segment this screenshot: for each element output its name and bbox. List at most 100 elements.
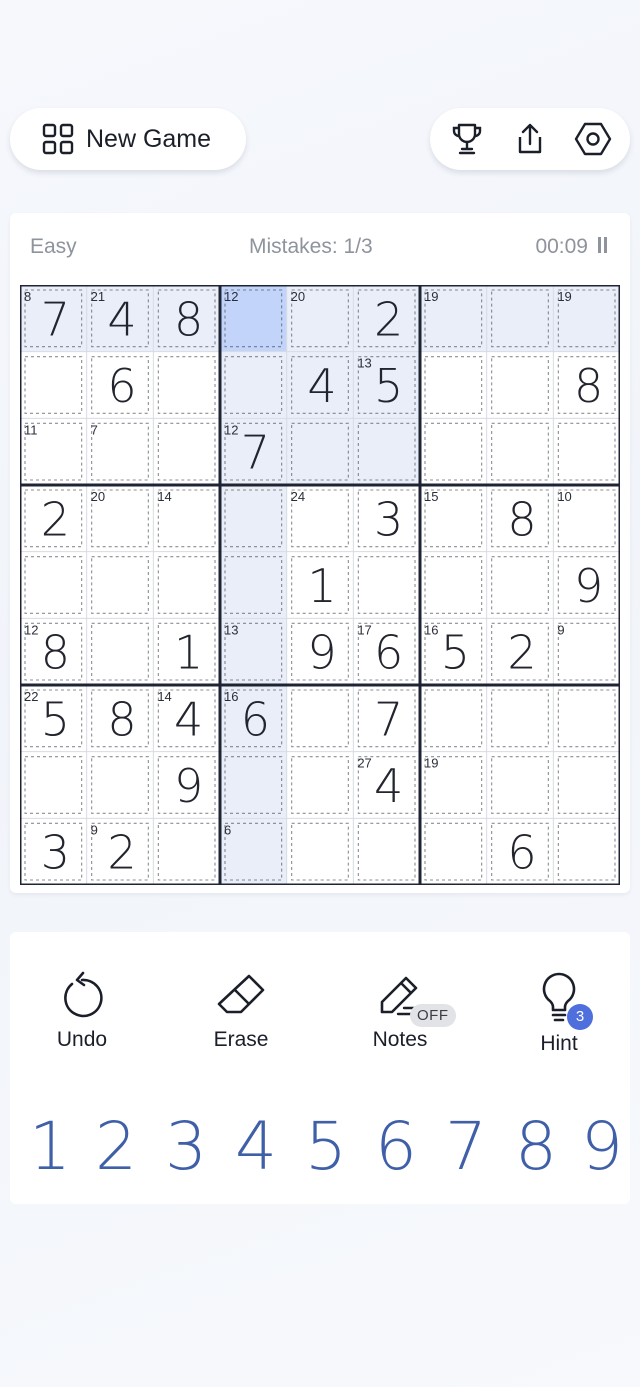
erase-button[interactable]: Erase <box>181 970 301 1052</box>
board-cell[interactable] <box>486 351 554 419</box>
new-game-button[interactable]: New Game <box>10 108 246 170</box>
board-cell[interactable] <box>553 418 620 485</box>
cage-sum: 12 <box>24 622 38 637</box>
board-cell[interactable] <box>353 418 420 485</box>
settings-button[interactable] <box>573 119 613 159</box>
board-cell[interactable] <box>220 751 287 819</box>
numpad-key-1[interactable]: 1 <box>20 1107 80 1187</box>
board-cell[interactable] <box>153 551 220 619</box>
numpad-key-6[interactable]: 6 <box>366 1107 426 1187</box>
mistakes-counter: Mistakes: 1/3 <box>249 235 373 258</box>
cage-sum: 12 <box>224 289 238 304</box>
sudoku-board[interactable]: 8 21 12 20 19 191311 7 1220 14 24 15 1012 13 17 16 922 1… <box>20 285 620 885</box>
trophy-icon <box>453 123 482 155</box>
board-cell[interactable] <box>553 818 620 885</box>
cell-digit: 2 <box>41 492 70 546</box>
numpad-key-7[interactable]: 7 <box>436 1107 496 1187</box>
cage-sum: 8 <box>24 289 31 304</box>
cage-sum: 6 <box>224 822 231 837</box>
cell-digit: 3 <box>374 492 403 546</box>
board-cell[interactable] <box>286 418 354 485</box>
settings-icon <box>574 122 611 156</box>
cell-digit: 9 <box>174 759 203 813</box>
cell-digit: 8 <box>507 492 536 546</box>
cell-digit: 5 <box>441 626 470 680</box>
board-cell[interactable] <box>486 685 554 752</box>
cell-digit: 7 <box>41 292 70 346</box>
controls-card: Undo Erase OFF Notes 3 Hint 1 2 3 4 5 6 … <box>10 932 630 1204</box>
cage-sum: 20 <box>91 489 105 504</box>
board-cell[interactable] <box>86 551 154 619</box>
board-cell[interactable] <box>553 685 620 752</box>
board-cell[interactable] <box>20 751 87 819</box>
board-cell[interactable] <box>486 551 554 619</box>
board-cell[interactable] <box>486 751 554 819</box>
cell-digit: 4 <box>174 692 203 746</box>
board-cell[interactable] <box>553 751 620 819</box>
status-bar: Easy Mistakes: 1/3 00:09 <box>30 235 610 265</box>
board-cell[interactable] <box>353 551 420 619</box>
notes-button[interactable]: OFF Notes <box>340 970 460 1052</box>
numpad-key-5[interactable]: 5 <box>296 1107 356 1187</box>
cage-sum: 17 <box>357 622 371 637</box>
cage-sum: 14 <box>157 489 171 504</box>
cage-sum: 13 <box>224 622 238 637</box>
cell-digit: 7 <box>374 692 403 746</box>
numpad-key-8[interactable]: 8 <box>506 1107 566 1187</box>
board-cell[interactable] <box>420 551 487 619</box>
board-cell[interactable] <box>86 618 154 685</box>
cell-digit: 8 <box>107 692 136 746</box>
board-cell[interactable] <box>486 285 554 352</box>
pause-icon[interactable] <box>598 235 610 259</box>
cell-digit: 8 <box>41 626 70 680</box>
undo-button[interactable]: Undo <box>22 970 142 1052</box>
board-cell[interactable] <box>486 418 554 485</box>
cell-digit: 6 <box>107 359 136 413</box>
board-cell[interactable] <box>20 551 87 619</box>
board-cell[interactable] <box>353 818 420 885</box>
numpad-key-3[interactable]: 3 <box>156 1107 216 1187</box>
numpad-key-9[interactable]: 9 <box>572 1107 632 1187</box>
cell-digit: 4 <box>107 292 136 346</box>
cage-sum: 9 <box>91 822 98 837</box>
board-cell[interactable] <box>420 818 487 885</box>
board-cell[interactable] <box>286 685 354 752</box>
board-cell[interactable] <box>220 551 287 619</box>
board-cell[interactable] <box>420 418 487 485</box>
share-button[interactable] <box>510 119 550 159</box>
numpad-key-4[interactable]: 4 <box>226 1107 286 1187</box>
board-cell[interactable] <box>153 818 220 885</box>
cell-digit: 9 <box>574 559 603 613</box>
board-cell[interactable] <box>153 351 220 419</box>
board-cell[interactable] <box>420 351 487 419</box>
cell-digit: 5 <box>374 359 403 413</box>
board-cell[interactable] <box>220 485 287 552</box>
cell-digit: 9 <box>307 626 336 680</box>
cell-digit: 2 <box>374 292 403 346</box>
cage-sum: 12 <box>224 422 238 437</box>
board-cell[interactable] <box>420 685 487 752</box>
cell-digit: 7 <box>241 426 270 480</box>
numpad-key-2[interactable]: 2 <box>86 1107 146 1187</box>
cell-digit: 2 <box>507 626 536 680</box>
hint-button[interactable]: 3 Hint <box>499 970 619 1056</box>
timer-value: 00:09 <box>535 235 588 258</box>
cell-digit: 3 <box>41 826 70 880</box>
cage-sum: 24 <box>291 489 305 504</box>
board-cell[interactable] <box>286 751 354 819</box>
trophy-button[interactable] <box>447 119 487 159</box>
cage-sum: 19 <box>557 289 571 304</box>
header-actions <box>430 108 630 170</box>
board-cell[interactable] <box>286 818 354 885</box>
cage-sum: 27 <box>357 756 371 771</box>
cage-sum: 19 <box>424 289 438 304</box>
board-cell[interactable] <box>20 351 87 419</box>
hint-label: Hint <box>540 1032 578 1055</box>
board-cell[interactable] <box>153 418 220 485</box>
cell-digit: 6 <box>374 626 403 680</box>
cell-digit: 8 <box>574 359 603 413</box>
board-cell[interactable] <box>220 351 287 419</box>
cage-sum: 10 <box>557 489 571 504</box>
share-icon <box>518 123 542 154</box>
board-cell[interactable] <box>86 751 154 819</box>
